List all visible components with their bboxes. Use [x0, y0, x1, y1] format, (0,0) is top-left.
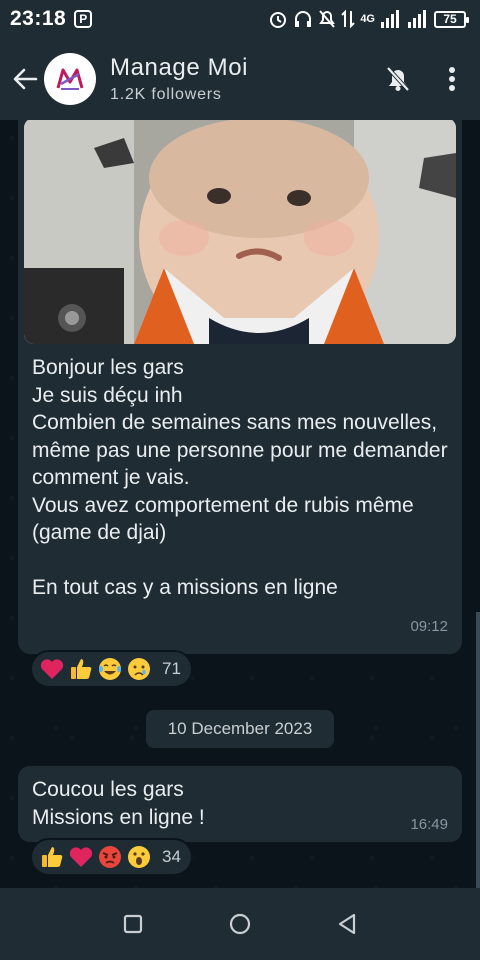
triangle-back-icon[interactable]	[336, 912, 358, 936]
alarm-icon	[270, 12, 287, 28]
heart-emoji-icon	[69, 845, 93, 869]
message-text: Bonjour les gars Je suis déçu inh Combie…	[32, 356, 448, 599]
parking-app-icon: P	[74, 10, 93, 28]
more-vertical-icon[interactable]	[448, 66, 456, 92]
status-bar: 23:18 P 4G 75	[0, 0, 480, 38]
arrow-left-icon	[13, 68, 38, 90]
date-separator: 10 December 2023	[146, 710, 334, 748]
message-bubble[interactable]: Coucou les gars Missions en ligne ! 16:4…	[18, 766, 462, 842]
reactions-bar[interactable]: 71	[30, 650, 193, 688]
reactions-bar[interactable]: 34	[30, 838, 193, 876]
manage-moi-logo-icon	[56, 68, 84, 90]
message-text: Coucou les gars Missions en ligne !	[32, 778, 205, 829]
message-time: 16:49	[410, 816, 448, 833]
channel-header: Manage Moi 1.2K followers	[0, 38, 480, 120]
headphones-icon	[295, 11, 312, 27]
astonished-emoji-icon	[127, 845, 151, 869]
signal-2-icon	[408, 10, 426, 28]
angry-emoji-icon	[98, 845, 122, 869]
thumbs-up-emoji-icon	[69, 657, 93, 681]
followers-count: 1.2K followers	[110, 86, 222, 103]
channel-avatar[interactable]	[44, 53, 96, 105]
data-transfer-icon	[341, 9, 356, 29]
scrollbar[interactable]	[476, 612, 480, 888]
back-button[interactable]	[10, 64, 40, 94]
chat-area[interactable]: Bonjour les gars Je suis déçu inh Combie…	[0, 120, 480, 888]
signal-icon	[381, 10, 399, 28]
channel-title-block[interactable]: Manage Moi 1.2K followers	[110, 54, 384, 104]
square-recents-icon[interactable]	[122, 913, 144, 935]
status-time: 23:18	[10, 7, 67, 30]
crying-baby-photo	[24, 120, 456, 344]
message-image[interactable]	[24, 120, 456, 344]
message-time: 09:12	[410, 618, 448, 635]
reaction-count: 34	[162, 847, 181, 866]
heart-emoji-icon	[40, 657, 64, 681]
reaction-count: 71	[162, 659, 181, 678]
system-nav-bar	[0, 888, 480, 960]
thumbs-up-emoji-icon	[40, 845, 64, 869]
sad-tear-emoji-icon	[127, 657, 151, 681]
message-bubble[interactable]: Bonjour les gars Je suis déçu inh Combie…	[18, 120, 462, 654]
battery-indicator: 75	[434, 10, 469, 28]
circle-home-icon[interactable]	[228, 912, 252, 936]
network-type: 4G	[360, 13, 375, 25]
channel-name: Manage Moi	[110, 54, 249, 81]
bell-off-icon[interactable]	[384, 65, 412, 93]
tears-of-joy-emoji-icon	[98, 657, 122, 681]
mute-status-icon	[319, 10, 336, 28]
